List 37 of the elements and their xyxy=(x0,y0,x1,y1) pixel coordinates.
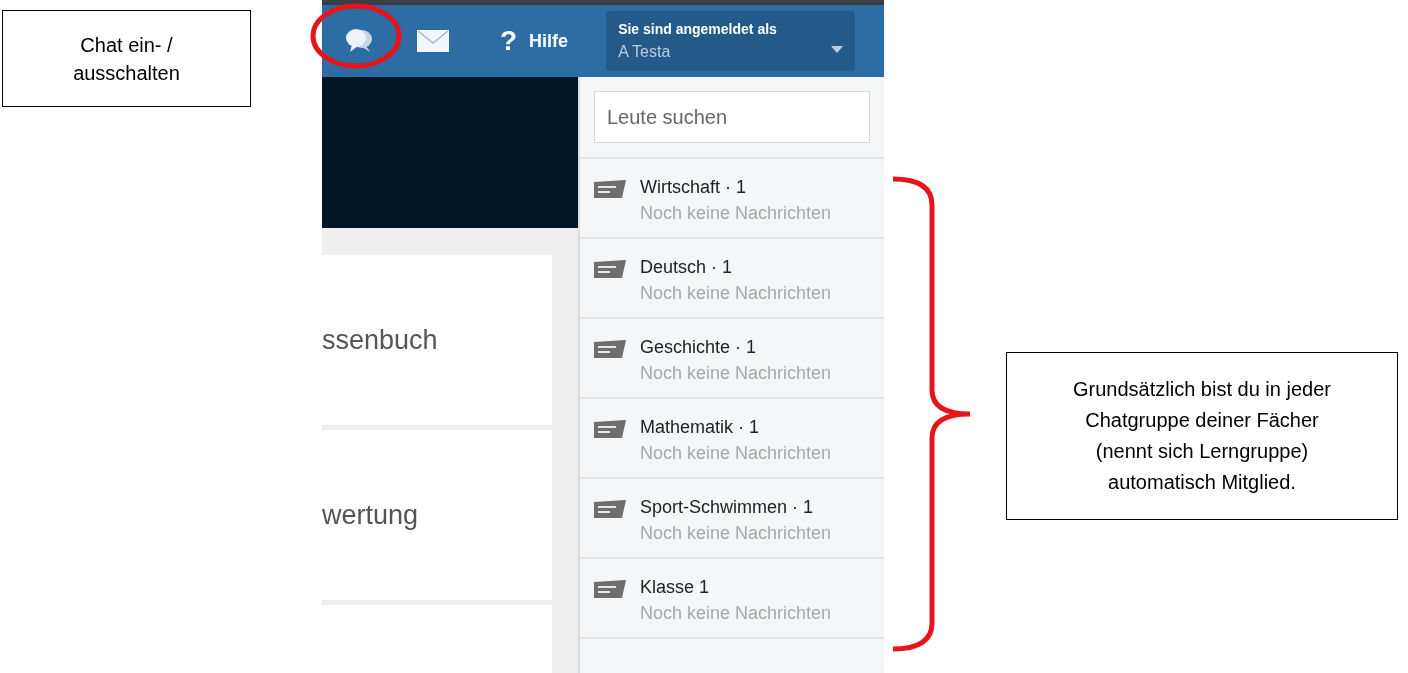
group-name: Klasse 1 xyxy=(640,576,711,599)
people-search-field[interactable]: Leute suchen xyxy=(594,91,870,143)
callout-text: Chat ein- / ausschalten xyxy=(73,32,180,86)
chat-group-item[interactable]: Geschichte · 1 Noch keine Nachrichten xyxy=(580,319,884,399)
help-button[interactable]: ? Hilfe xyxy=(500,27,569,55)
group-name: Mathematik · 1 xyxy=(640,416,761,439)
account-dropdown[interactable]: Sie sind angemeldet als A Testa xyxy=(606,11,856,71)
group-chat-icon xyxy=(594,420,626,438)
group-chat-icon xyxy=(594,580,626,598)
chat-group-item[interactable]: Mathematik · 1 Noch keine Nachrichten xyxy=(580,399,884,479)
group-name: Sport-Schwimmen · 1 xyxy=(640,496,815,519)
chat-group-item[interactable]: Deutsch · 1 Noch keine Nachrichten xyxy=(580,239,884,319)
group-name: Wirtschaft · 1 xyxy=(640,176,747,199)
account-label: Sie sind angemeldet als xyxy=(618,19,777,39)
group-preview: Noch keine Nachrichten xyxy=(640,442,832,465)
mail-icon[interactable] xyxy=(416,28,450,54)
card-title: ssenbuch xyxy=(322,323,438,357)
group-preview: Noch keine Nachrichten xyxy=(640,202,832,225)
account-name: A Testa xyxy=(618,41,672,62)
group-preview: Noch keine Nachrichten xyxy=(640,602,832,625)
callout-text: Grundsätzlich bist du in jeder Chatgruppe deiner Fächer (nennt sich Lerngruppe) automatisch Mitglied. xyxy=(1073,377,1331,495)
group-name: Deutsch · 1 xyxy=(640,256,734,279)
group-chat-icon xyxy=(594,340,626,358)
group-chat-icon xyxy=(594,180,626,198)
group-preview: Noch keine Nachrichten xyxy=(640,282,832,305)
group-preview: Noch keine Nachrichten xyxy=(640,362,832,385)
content-card[interactable]: ssenbuch xyxy=(322,255,552,425)
card-title: wertung xyxy=(322,498,419,532)
caret-icon xyxy=(831,45,844,53)
group-preview: Noch keine Nachrichten xyxy=(640,522,832,545)
chat-group-item[interactable]: Wirtschaft · 1 Noch keine Nachrichten xyxy=(580,159,884,239)
chat-group-item[interactable]: Klasse 1 Noch keine Nachrichten xyxy=(580,559,884,639)
chat-group-item[interactable]: Sport-Schwimmen · 1 Noch keine Nachrichten xyxy=(580,479,884,559)
group-chat-icon xyxy=(594,260,626,278)
group-chat-icon xyxy=(594,500,626,518)
content-card[interactable]: wertung xyxy=(322,430,552,600)
group-name: Geschichte · 1 xyxy=(640,336,758,359)
